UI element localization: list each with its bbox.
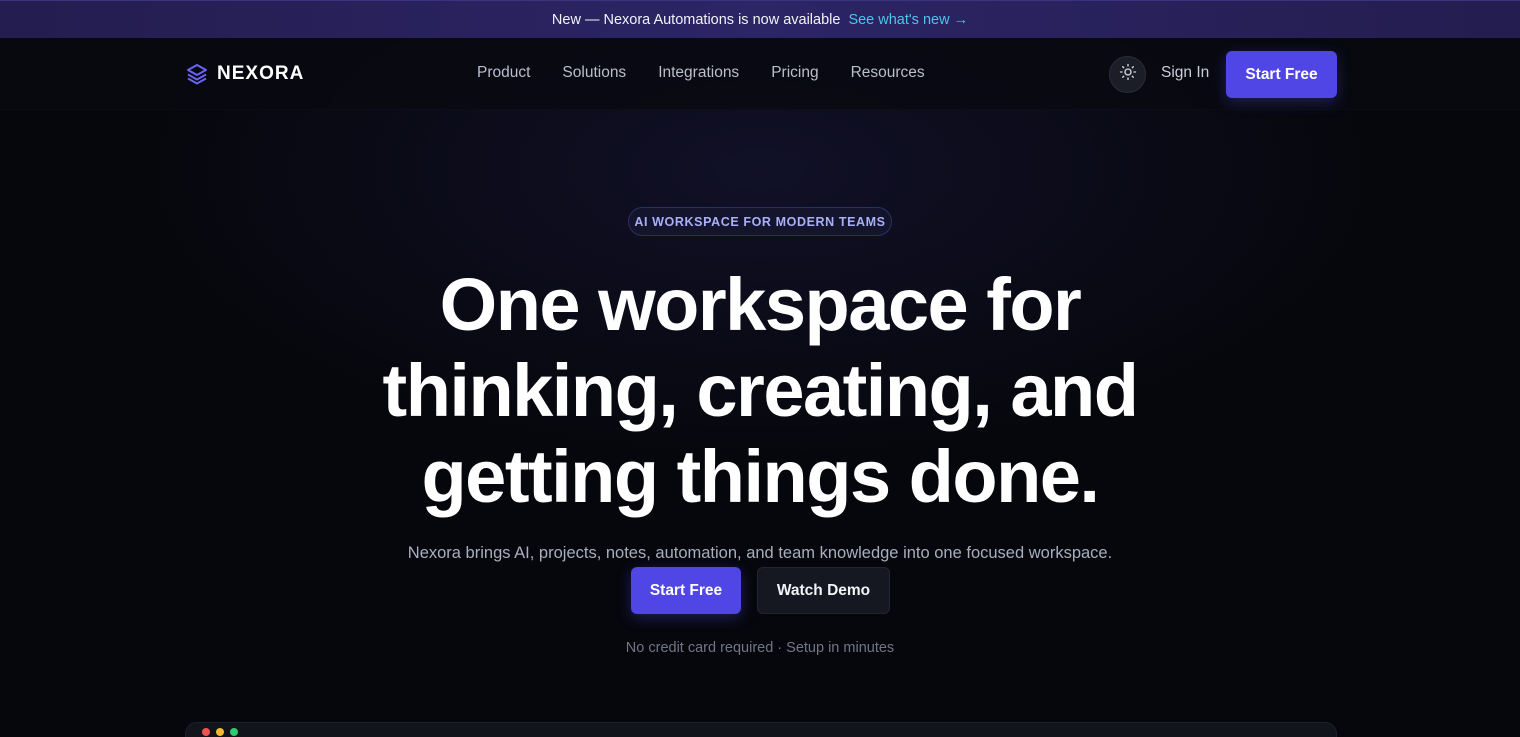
window-maximize-dot	[230, 728, 238, 736]
sign-in-link[interactable]: Sign In	[1161, 64, 1209, 82]
headline-line-3: getting things done.	[421, 435, 1100, 518]
menu-item-resources[interactable]: Resources	[851, 64, 925, 82]
menu-item-product[interactable]: Product	[477, 64, 530, 82]
nav-start-free-button[interactable]: Start Free	[1226, 51, 1337, 98]
sun-icon	[1119, 63, 1137, 86]
menu-item-solutions[interactable]: Solutions	[562, 64, 626, 82]
menu-item-pricing[interactable]: Pricing	[771, 64, 818, 82]
landing-page: New — Nexora Automations is now availabl…	[0, 0, 1520, 737]
headline-line-1: One workspace for	[439, 263, 1082, 346]
main-menu: Product Solutions Integrations Pricing R…	[477, 64, 925, 82]
hero-badge: AI WORKSPACE FOR MODERN TEAMS	[628, 207, 892, 236]
window-close-dot	[202, 728, 210, 736]
watch-demo-button[interactable]: Watch Demo	[757, 567, 890, 614]
layers-icon	[185, 62, 209, 86]
window-minimize-dot	[216, 728, 224, 736]
hero-subtitle: Nexora brings AI, projects, notes, autom…	[407, 544, 1113, 562]
brand-logo[interactable]: NEXORA	[185, 62, 304, 86]
brand-name: NEXORA	[217, 63, 305, 84]
hero-note: No credit card required · Setup in minut…	[625, 640, 895, 656]
hero-headline: One workspace for thinking, creating, an…	[260, 262, 1260, 520]
theme-toggle-button[interactable]	[1109, 56, 1146, 93]
announcement-text: New — Nexora Automations is now availabl…	[551, 11, 841, 28]
top-nav: NEXORA Product Solutions Integrations Pr…	[0, 38, 1520, 110]
menu-item-integrations[interactable]: Integrations	[658, 64, 739, 82]
hero-start-free-button[interactable]: Start Free	[631, 567, 741, 614]
product-preview-window	[185, 722, 1337, 737]
headline-line-2: thinking, creating, and	[382, 349, 1139, 432]
announcement-link[interactable]: See what's new →	[848, 12, 968, 28]
announcement-bar: New — Nexora Automations is now availabl…	[0, 0, 1520, 38]
